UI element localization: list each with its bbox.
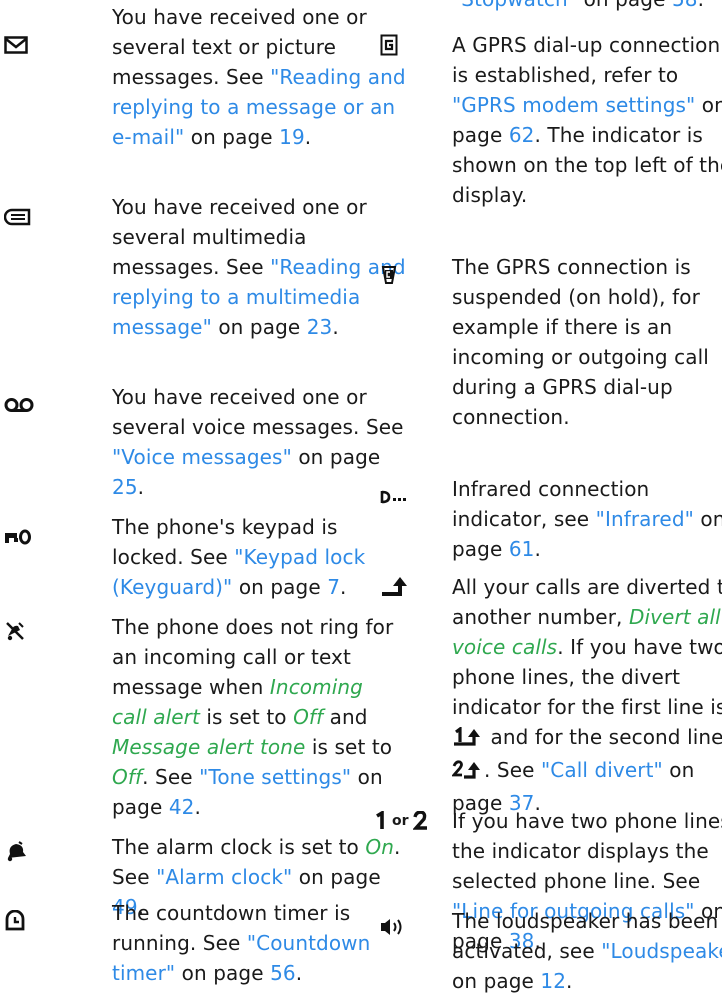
- entry-description: The phone does not ring for an incoming …: [112, 615, 394, 819]
- link-keypad-lock[interactable]: "Keypad lock: [234, 545, 365, 569]
- page-link-61[interactable]: 61: [509, 537, 535, 561]
- link-countdown-timer[interactable]: "Countdown: [247, 931, 371, 955]
- link-gprs-modem-settings[interactable]: "GPRS modem settings": [452, 93, 695, 117]
- page-link-19[interactable]: 19: [279, 125, 305, 149]
- entry-description: "Stopwatch" on page 58.: [452, 0, 722, 14]
- link-reading-replying-mms-cont[interactable]: replying to a multimedia: [112, 285, 360, 309]
- alarm-bell-icon: [4, 838, 64, 864]
- divert-line-1-icon: [452, 725, 484, 755]
- link-call-divert[interactable]: "Call divert": [541, 758, 663, 782]
- page-link-58[interactable]: 58: [672, 0, 698, 11]
- infrared-icon: [380, 484, 440, 510]
- page-link-23[interactable]: 23: [307, 315, 333, 339]
- loudspeaker-icon: [380, 914, 440, 940]
- voicemail-icon: [4, 392, 64, 418]
- link-stopwatch[interactable]: "Stopwatch": [452, 0, 577, 11]
- link-countdown-timer-cont[interactable]: timer": [112, 961, 175, 985]
- page-link-62[interactable]: 62: [509, 123, 535, 147]
- countdown-clock-icon: [4, 908, 64, 934]
- entry-description: The phone's keypad is locked. See "Keypa…: [112, 515, 366, 599]
- key-icon: [4, 524, 64, 550]
- link-reading-replying-message-cont[interactable]: replying to a message or an: [112, 95, 395, 119]
- link-infrared[interactable]: "Infrared": [596, 507, 694, 531]
- entry-description: Infrared connection indicator, see "Infr…: [452, 477, 722, 561]
- line-1-or-2-icon: or: [374, 808, 454, 834]
- page-link-56[interactable]: 56: [270, 961, 296, 985]
- entry-description: You have received one or several text or…: [112, 5, 406, 149]
- entry-description: A GPRS dial-up connection is established…: [452, 33, 722, 207]
- gprs-icon: [380, 32, 440, 58]
- entry-description: You have received one or several multime…: [112, 195, 406, 339]
- entry-description: The loudspeaker has been activated, see …: [452, 906, 722, 996]
- page-link-12[interactable]: 12: [540, 969, 566, 993]
- link-reading-replying-message-end[interactable]: e-mail": [112, 125, 184, 149]
- entry-description: The countdown timer is running. See "Cou…: [112, 901, 371, 985]
- link-reading-replying-message[interactable]: "Reading and: [270, 65, 406, 89]
- gprs-suspended-icon: [380, 262, 440, 288]
- link-tone-settings[interactable]: "Tone settings": [199, 765, 351, 789]
- silent-icon: [4, 618, 64, 644]
- entry-description: The GPRS connection is suspended (on hol…: [452, 255, 709, 429]
- link-loudspeaker[interactable]: "Loudspeaker": [601, 939, 722, 963]
- entry-description: All your calls are diverted to another n…: [450, 575, 722, 815]
- divert-line-2-icon: [450, 758, 484, 788]
- page-link-42[interactable]: 42: [169, 795, 195, 819]
- page-link-7[interactable]: 7: [327, 575, 340, 599]
- envelope-icon: [4, 32, 64, 58]
- mms-icon: [4, 204, 64, 230]
- link-voice-messages[interactable]: "Voice messages": [112, 445, 292, 469]
- link-keypad-lock-cont[interactable]: (Keyguard)": [112, 575, 232, 599]
- link-reading-replying-mms-end[interactable]: message": [112, 315, 212, 339]
- page-link-25[interactable]: 25: [112, 475, 138, 499]
- divert-icon: [380, 574, 440, 600]
- link-alarm-clock[interactable]: "Alarm clock": [156, 865, 292, 889]
- entry-description: You have received one or several voice m…: [112, 385, 404, 499]
